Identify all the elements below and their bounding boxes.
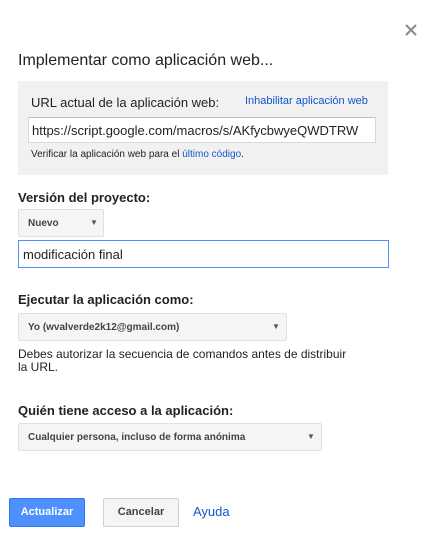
close-icon[interactable] — [404, 23, 418, 37]
current-url-panel: URL actual de la aplicación web: Inhabil… — [18, 81, 388, 175]
version-description-input[interactable] — [18, 240, 389, 268]
current-url-label: URL actual de la aplicación web: — [31, 95, 220, 110]
access-selected: Cualquier persona, incluso de forma anón… — [28, 432, 246, 443]
project-version-label: Versión del proyecto: — [18, 190, 151, 205]
access-select[interactable]: Cualquier persona, incluso de forma anón… — [18, 423, 322, 451]
project-version-select[interactable]: Nuevo ▼ — [18, 209, 104, 237]
verify-latest-code-text: Verificar la aplicación web para el últi… — [31, 149, 244, 160]
authorization-note: Debes autorizar la secuencia de comandos… — [18, 347, 347, 374]
dialog-title: Implementar como aplicación web... — [18, 52, 274, 69]
execute-as-select[interactable]: Yo (wvalverde2k12@gmail.com) ▼ — [18, 313, 287, 341]
chevron-down-icon: ▼ — [307, 432, 315, 441]
current-url-field[interactable] — [28, 117, 376, 143]
chevron-down-icon: ▼ — [90, 218, 98, 227]
chevron-down-icon: ▼ — [272, 322, 280, 331]
disable-web-app-link[interactable]: Inhabilitar aplicación web — [245, 95, 368, 107]
access-label: Quién tiene acceso a la aplicación: — [18, 403, 234, 418]
execute-as-selected: Yo (wvalverde2k12@gmail.com) — [28, 322, 180, 333]
verify-suffix: . — [241, 149, 244, 160]
cancel-button[interactable]: Cancelar — [103, 498, 179, 527]
execute-as-label: Ejecutar la aplicación como: — [18, 292, 194, 307]
verify-prefix: Verificar la aplicación web para el — [31, 149, 180, 160]
update-button[interactable]: Actualizar — [9, 498, 85, 527]
latest-code-link[interactable]: último código — [182, 149, 241, 160]
project-version-selected: Nuevo — [28, 218, 59, 229]
help-link[interactable]: Ayuda — [193, 504, 230, 519]
